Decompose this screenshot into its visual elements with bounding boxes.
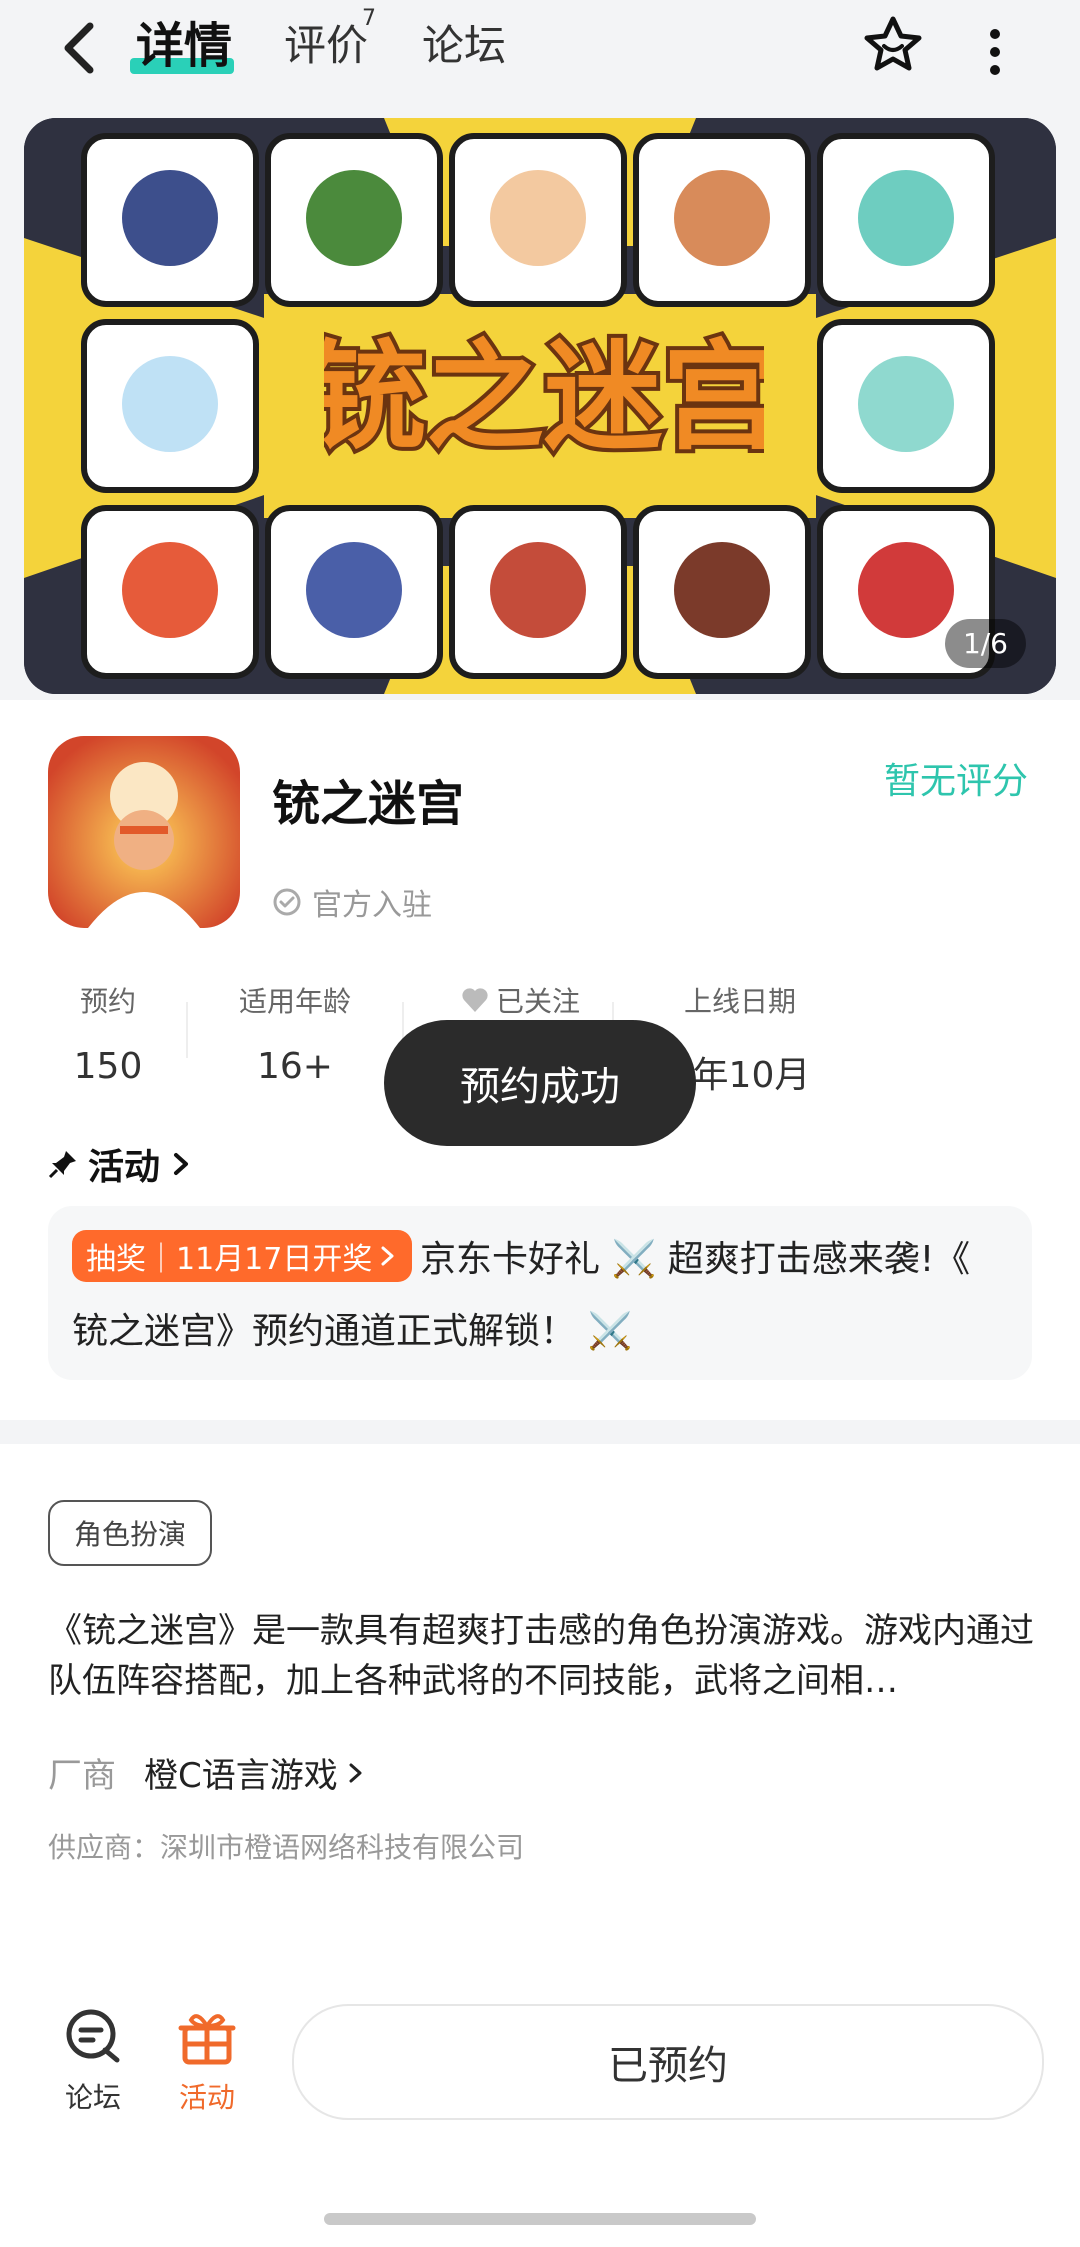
stat-value: 150 <box>73 1046 143 1087</box>
activity-section-header[interactable]: 活动 <box>48 1138 192 1190</box>
official-label: 官方入驻 <box>312 888 432 923</box>
rating-status: 暂无评分 <box>883 761 1028 802</box>
chevron-right-icon <box>349 1763 362 1782</box>
tab-details[interactable]: 详情 <box>136 18 232 74</box>
stat-divider <box>186 1002 188 1058</box>
vendor-link[interactable]: 橙C语言游戏 <box>144 1748 366 1797</box>
favorite-star-icon[interactable] <box>860 12 926 78</box>
vendor-label: 厂商 <box>48 1756 116 1796</box>
activity-section-title: 活动 <box>88 1147 161 1188</box>
nav-forum-label: 论坛 <box>64 2081 121 2114</box>
supplier-info: 供应商：深圳市橙语网络科技有限公司 <box>48 1831 525 1864</box>
official-verified: 官方入驻 <box>272 880 432 924</box>
genre-tag[interactable]: 角色扮演 <box>48 1500 213 1566</box>
game-title: 铳之迷宫 <box>272 776 465 832</box>
gift-icon <box>178 2014 236 2065</box>
chevron-right-icon <box>174 1153 189 1175</box>
home-indicator[interactable] <box>324 2213 756 2225</box>
back-arrow-icon[interactable] <box>52 18 112 78</box>
stat-value: 16+ <box>257 1046 333 1087</box>
game-app-icon <box>48 736 240 928</box>
review-count-badge: 7 <box>362 6 376 31</box>
heart-icon <box>462 988 488 1012</box>
nav-activity-label: 活动 <box>178 2081 235 2114</box>
forum-chat-icon <box>66 2009 120 2063</box>
nav-forum[interactable]: 论坛 <box>38 2006 148 2116</box>
svg-text:铳之迷宫: 铳之迷宫 <box>324 328 764 466</box>
nav-activity[interactable]: 活动 <box>152 2006 262 2116</box>
more-options-icon[interactable] <box>980 24 1010 80</box>
stat-reservations: 预约 150 <box>58 980 158 1087</box>
activity-text-line1: 京东卡好礼 ⚔️ 超爽打击感来袭!《 <box>420 1239 971 1280</box>
chevron-right-icon <box>381 1246 394 1266</box>
stat-label: 上线日期 <box>683 985 796 1018</box>
top-bar: 详情 评价 7 论坛 <box>0 0 1080 110</box>
stat-label: 已关注 <box>495 985 580 1018</box>
banner-logo: 铳之迷宫 <box>324 324 764 470</box>
activity-card[interactable]: 抽奖｜11月17日开奖 京东卡好礼 ⚔️ 超爽打击感来袭!《 铳之迷宫》预约通道… <box>48 1206 1032 1380</box>
toast-message: 预约成功 <box>384 1020 696 1146</box>
reserved-button[interactable]: 已预约 <box>292 2004 1044 2120</box>
game-banner[interactable]: 铳之迷宫 1/6 <box>24 118 1056 694</box>
stat-followed[interactable]: 已关注 <box>440 980 600 1020</box>
section-separator <box>0 1430 1080 1444</box>
vendor-name: 橙C语言游戏 <box>144 1756 338 1796</box>
stat-label: 适用年龄 <box>238 985 351 1018</box>
stat-label: 预约 <box>79 985 136 1018</box>
pin-icon <box>48 1151 76 1179</box>
lottery-chip-label: 抽奖｜11月17日开奖 <box>86 1242 373 1277</box>
verified-check-icon <box>273 888 301 916</box>
tab-reviews[interactable]: 评价 <box>284 18 368 74</box>
banner-pager: 1/6 <box>944 619 1026 668</box>
game-description[interactable]: 《铳之迷宫》是一款具有超爽打击感的角色扮演游戏。游戏内通过队伍阵容搭配，加上各种… <box>48 1606 1038 1706</box>
stat-age: 适用年龄 16+ <box>220 980 370 1087</box>
lottery-chip[interactable]: 抽奖｜11月17日开奖 <box>72 1230 413 1282</box>
tab-forum[interactable]: 论坛 <box>422 18 506 74</box>
activity-text-line2: 铳之迷宫》预约通道正式解锁！ ⚔️ <box>72 1311 633 1352</box>
